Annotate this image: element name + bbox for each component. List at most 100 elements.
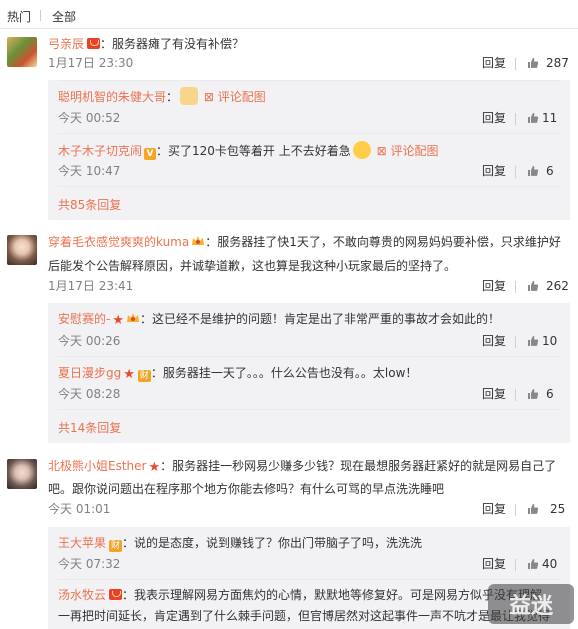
reply-time: 今天 00:26 [58, 334, 121, 348]
reply-button[interactable]: 回复 [482, 500, 506, 518]
separator [58, 133, 560, 134]
more-replies-link[interactable]: 共14条回复 [58, 419, 121, 437]
reply-button[interactable]: 回复 [482, 162, 506, 180]
thumbs-up-icon[interactable] [527, 335, 539, 347]
user-name[interactable]: 夏日漫步gg [58, 366, 121, 380]
action-divider [515, 559, 516, 571]
reply-line: 聪明机智的朱健大哥： ⊠ 评论配图 [58, 87, 266, 106]
avatar[interactable] [7, 459, 37, 489]
user-name[interactable]: 北极熊小姐Esther [48, 459, 146, 473]
tab-all[interactable]: 全部 [52, 8, 76, 25]
reply-text: ：这已经不是维护的问题！肯定是出了非常严重的事故才会如此的！ [140, 312, 501, 326]
like-count: 25 [550, 502, 566, 516]
reply-time: 今天 07:32 [58, 557, 121, 571]
action-divider [515, 504, 516, 516]
reply-text: ： [166, 90, 179, 104]
separator [58, 80, 560, 81]
reply-text: ：说的是态度，说到赚钱了？你出门带脑子了吗，洗洗洗 [122, 536, 423, 550]
user-name[interactable]: 汤水牧云 [58, 588, 106, 602]
comment-time: 1月17日 23:41 [48, 279, 134, 293]
thumbs-up-icon[interactable] [527, 57, 539, 69]
tab-hot[interactable]: 热门 [7, 8, 31, 25]
separator [58, 356, 560, 357]
comment-text-continued: 后能发个公告解释原因，并诚挚道歉，这也算是我这种小玩家最后的坚持了。 [48, 259, 457, 273]
comment-text: ：服务器瘫了有没有补偿？ [100, 37, 245, 51]
thumbs-up-icon[interactable] [527, 165, 539, 177]
action-divider [515, 166, 516, 178]
star-badge-icon: ★ [112, 313, 124, 328]
user-name[interactable]: 聪明机智的朱健大哥 [58, 90, 166, 104]
member-badge-icon [87, 38, 101, 49]
avatar[interactable] [7, 37, 37, 67]
user-name[interactable]: 弓亲辰 [48, 37, 84, 51]
reply-text: ：服务器挂一天了。。。什么公告也没有。。太low！ [150, 366, 418, 380]
like-count: 11 [542, 111, 558, 125]
comment-image-label: 评论配图 [390, 144, 439, 158]
thumbs-up-icon[interactable] [527, 558, 539, 570]
action-divider [515, 281, 516, 293]
verified-badge-icon: V [144, 148, 157, 160]
watermark-text: 益迷 [509, 593, 554, 619]
reply-text: ：我表示理解网易方面焦灼的心情，默默地等修复好。可是网易方似乎没有理解 [122, 588, 543, 602]
comment-line: 穿着毛衣感觉爽爽的kuma ：服务器挂了快1天了，不敢向尊贵的网易妈妈要补偿，只求… [48, 233, 561, 251]
separator [58, 186, 560, 187]
thumbs-up-icon[interactable] [527, 388, 539, 400]
wealth-badge-icon: 财 [137, 370, 151, 382]
reply-time: 今天 08:28 [58, 387, 121, 401]
reply-text-continued: 一再把时间延长，肯定遇到了什么棘手问题，但官博居然对这起事件一声不吭才是最让我觉… [58, 609, 551, 623]
reply-list: 聪明机智的朱健大哥： ⊠ 评论配图 今天 00:52 回复 11 木子木子切克闹… [48, 80, 570, 220]
thumbs-up-icon[interactable] [527, 503, 539, 515]
action-divider [515, 336, 516, 348]
like-count: 40 [542, 557, 558, 571]
separator [58, 409, 560, 410]
like-count: 10 [542, 334, 558, 348]
watermark-logo: 益迷 [488, 584, 574, 624]
comment-image-link[interactable]: ⊠ 评论配图 [377, 144, 439, 158]
user-name[interactable]: 安慰赛的- [58, 312, 110, 326]
more-replies-link[interactable]: 共85条回复 [58, 196, 121, 214]
crown-badge-icon [127, 313, 139, 322]
reply-button[interactable]: 回复 [482, 109, 506, 127]
like-count: 287 [546, 56, 569, 70]
reply-button[interactable]: 回复 [482, 332, 506, 350]
like-count: 6 [546, 387, 554, 401]
reply-time: 今天 00:52 [58, 111, 121, 125]
reply-line: 安慰赛的- ★ ：这已经不是维护的问题！肯定是出了非常严重的事故才会如此的！ [58, 310, 500, 330]
image-icon: ⊠ [376, 144, 387, 158]
user-name[interactable]: 王大苹果 [58, 536, 106, 550]
user-name[interactable]: 木子木子切克闹 [58, 144, 142, 158]
like-count: 6 [546, 164, 554, 178]
member-badge-icon [109, 589, 123, 600]
thumbs-up-icon[interactable] [527, 112, 539, 124]
thumbs-up-icon[interactable] [527, 280, 539, 292]
comment-image-link[interactable]: ⊠ 评论配图 [204, 90, 266, 104]
sad-emoji-icon [352, 141, 371, 159]
comment-text: ：服务器挂了快1天了，不敢向尊贵的网易妈妈要补偿，只求维护好 [205, 235, 561, 249]
comment-image-label: 评论配图 [217, 90, 266, 104]
star-badge-icon: ★ [123, 367, 135, 382]
reply-time: 今天 10:47 [58, 164, 121, 178]
reply-line: 王大苹果财：说的是态度，说到赚钱了？你出门带脑子了吗，洗洗洗 [58, 534, 422, 552]
tab-divider [40, 10, 41, 21]
crown-badge-icon [192, 236, 205, 245]
action-divider [515, 389, 516, 401]
comment-tabs: 热门 全部 [0, 0, 578, 29]
separator [58, 579, 560, 580]
reply-line: 夏日漫步gg ★ 财：服务器挂一天了。。。什么公告也没有。。太low！ [58, 364, 417, 384]
dog-emoji-icon [180, 87, 199, 105]
comment-line: 弓亲辰 ：服务器瘫了有没有补偿？ [48, 35, 244, 53]
user-name[interactable]: 穿着毛衣感觉爽爽的kuma [48, 235, 189, 249]
comment-text: ：服务器挂一秒网易少赚多少钱？现在最想服务器赶紧好的就是网易自己了 [160, 459, 557, 473]
reply-line: 木子木子切克闹 V ：买了120卡包等着开 上不去好着急 ⊠ 评论配图 [58, 141, 438, 160]
action-divider [515, 58, 516, 70]
reply-button[interactable]: 回复 [482, 277, 506, 295]
wealth-badge-icon: 财 [109, 540, 123, 552]
reply-list: 安慰赛的- ★ ：这已经不是维护的问题！肯定是出了非常严重的事故才会如此的！ 今天 … [48, 303, 570, 443]
action-divider [515, 113, 516, 125]
avatar[interactable] [7, 235, 37, 265]
reply-button[interactable]: 回复 [482, 54, 506, 72]
reply-button[interactable]: 回复 [482, 555, 506, 573]
reply-button[interactable]: 回复 [482, 385, 506, 403]
reply-line: 汤水牧云 ：我表示理解网易方面焦灼的心情，默默地等修复好。可是网易方似乎没有理解 [58, 586, 542, 604]
reply-text: ：买了120卡包等着开 上不去好着急 [156, 144, 351, 158]
